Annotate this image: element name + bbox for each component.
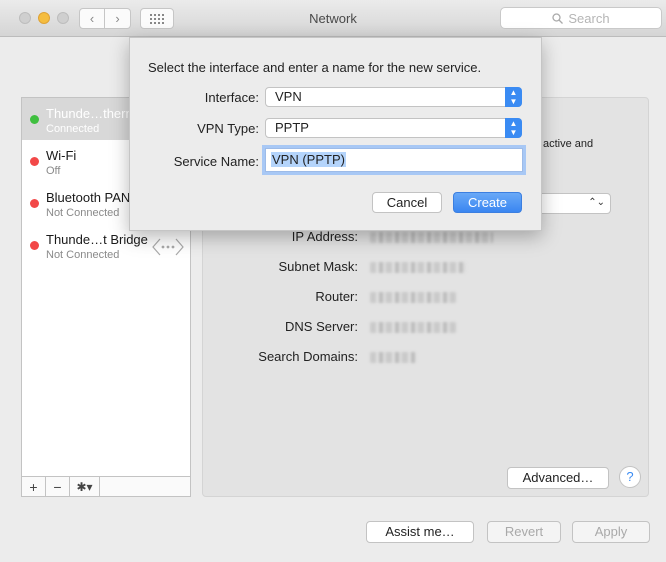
search-field[interactable]: Search: [500, 7, 662, 29]
new-service-sheet: Select the interface and enter a name fo…: [129, 37, 542, 231]
service-name-value: VPN (PPTP): [271, 152, 346, 167]
subnet-mask-label: Subnet Mask:: [278, 259, 359, 274]
chevron-updown-icon: ▲ ▼: [505, 118, 522, 138]
search-placeholder: Search: [568, 10, 610, 26]
remove-service-button[interactable]: −: [46, 477, 70, 496]
interface-popup[interactable]: VPN ▲ ▼: [265, 87, 522, 107]
chevron-updown-icon: ⌃⌄: [588, 197, 605, 208]
router-value: [370, 292, 456, 303]
search-domains-label: Search Domains:: [258, 349, 358, 364]
interface-value: VPN: [275, 89, 302, 104]
assist-me-button[interactable]: Assist me…: [366, 521, 474, 543]
status-dot-not-connected: [30, 241, 39, 250]
service-name-field[interactable]: VPN (PPTP): [265, 148, 523, 172]
ip-address-value: [370, 232, 493, 243]
chevron-updown-icon: ▲ ▼: [505, 87, 522, 107]
cancel-button[interactable]: Cancel: [372, 192, 442, 213]
add-service-button[interactable]: +: [22, 477, 46, 496]
interface-label: Interface:: [204, 90, 259, 105]
help-button[interactable]: ?: [619, 466, 641, 488]
vpn-type-popup[interactable]: PPTP ▲ ▼: [265, 118, 522, 138]
status-dot-connected: [30, 115, 39, 124]
apply-button[interactable]: Apply: [572, 521, 650, 543]
status-dot-off: [30, 157, 39, 166]
title-bar: ‹ › Network Search: [0, 0, 666, 37]
status-description: active and: [543, 138, 594, 150]
search-icon: [552, 12, 564, 24]
vpn-type-value: PPTP: [275, 120, 309, 135]
service-actions-button[interactable]: ✱▾: [70, 477, 100, 496]
service-name-label: Service Name:: [173, 154, 259, 169]
subnet-mask-value: [370, 262, 466, 273]
vpn-type-label: VPN Type:: [197, 121, 259, 136]
service-list-toolbar: + − ✱▾: [22, 476, 190, 496]
create-button[interactable]: Create: [453, 192, 522, 213]
gear-icon: ✱▾: [76, 479, 93, 494]
router-label: Router:: [315, 289, 358, 304]
status-dot-not-connected: [30, 199, 39, 208]
sheet-prompt: Select the interface and enter a name fo…: [148, 60, 482, 75]
revert-button[interactable]: Revert: [487, 521, 561, 543]
minus-icon: −: [53, 478, 62, 495]
dns-server-value: [370, 322, 456, 333]
search-domains-value: [370, 352, 416, 363]
advanced-button[interactable]: Advanced…: [507, 467, 609, 489]
bridge-icon: [152, 238, 184, 256]
dns-server-label: DNS Server:: [285, 319, 358, 334]
ip-address-label: IP Address:: [291, 229, 358, 244]
plus-icon: +: [29, 478, 38, 495]
